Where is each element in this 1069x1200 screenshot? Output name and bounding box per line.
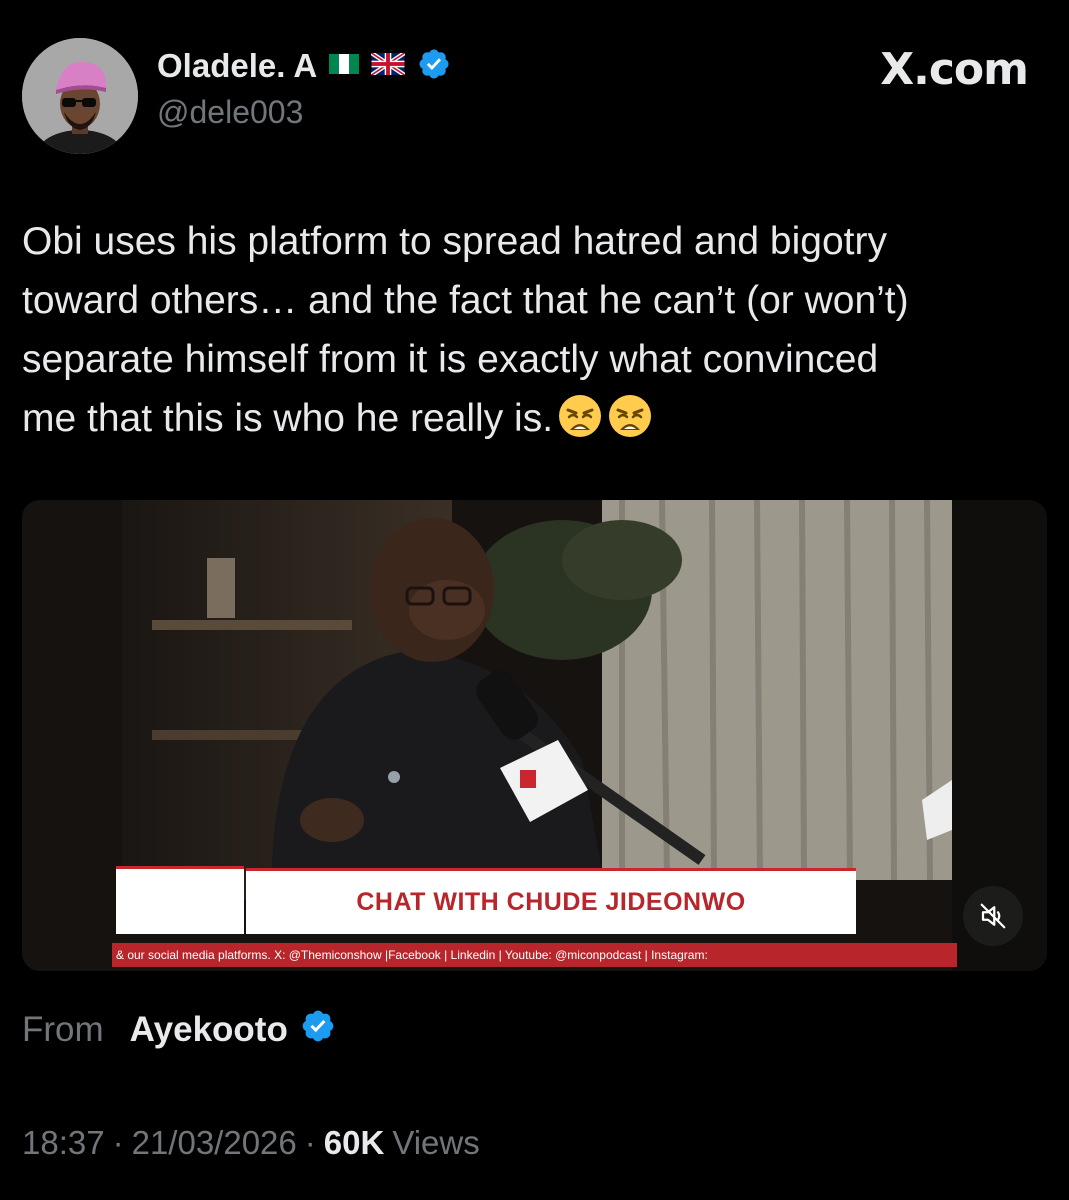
tweet-text: Obi uses his platform to spread hatred a…: [22, 212, 1052, 448]
weary-face-icon: [557, 393, 603, 439]
brand-watermark: X.com: [880, 44, 1029, 95]
weary-face-icon: [607, 393, 653, 439]
views-count[interactable]: 60K: [324, 1124, 385, 1162]
tweet-date[interactable]: 21/03/2026: [132, 1124, 297, 1162]
meta-separator: ·: [112, 1124, 124, 1161]
nigeria-flag-icon: [329, 53, 360, 79]
show-logo-panel: [116, 866, 244, 934]
meta-separator: ·: [304, 1124, 316, 1161]
tweet-time[interactable]: 18:37: [22, 1124, 105, 1162]
source-attribution[interactable]: From Ayekooto: [22, 1008, 336, 1052]
from-label: From: [22, 1010, 104, 1049]
avatar-image: [22, 38, 138, 154]
uk-flag-icon: [370, 50, 406, 80]
news-ticker: & our social media platforms. X: @Themic…: [112, 943, 957, 967]
lower-third-title: CHAT WITH CHUDE JIDEONWO: [246, 868, 856, 934]
author-name-row[interactable]: Oladele. A: [157, 46, 451, 86]
views-label: Views: [392, 1124, 480, 1161]
author-display-name[interactable]: Oladele. A: [157, 47, 317, 85]
author-handle[interactable]: @dele003: [157, 94, 303, 131]
author-avatar[interactable]: [22, 38, 138, 154]
tweet-body: Obi uses his platform to spread hatred a…: [22, 220, 909, 440]
tweet-meta: 18:37 · 21/03/2026 · 60K Views: [22, 1121, 480, 1165]
verified-badge-icon: [417, 47, 451, 86]
source-account-name[interactable]: Ayekooto: [130, 1010, 288, 1050]
verified-badge-icon: [300, 1008, 336, 1053]
mute-button[interactable]: [963, 886, 1023, 946]
muted-speaker-icon: [980, 903, 1006, 929]
